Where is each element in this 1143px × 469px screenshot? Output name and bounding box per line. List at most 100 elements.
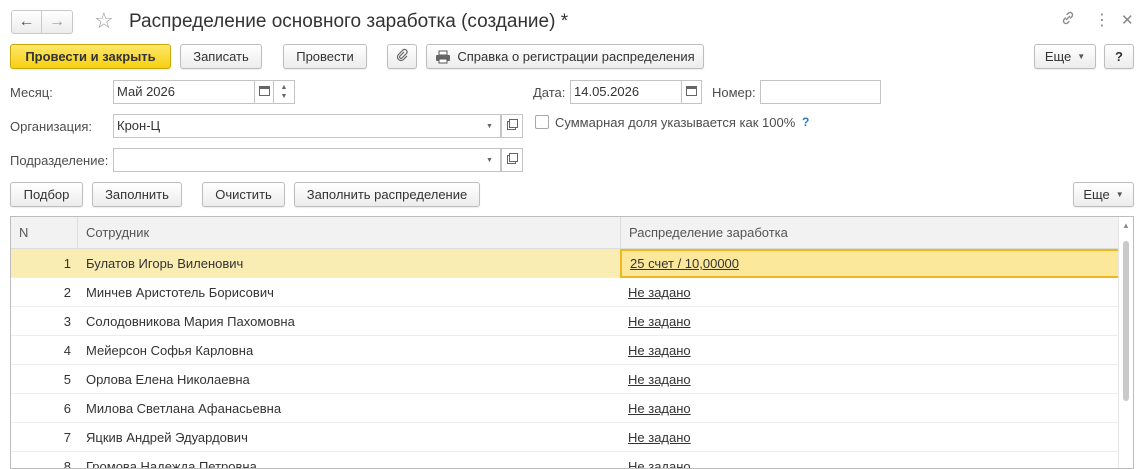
save-button[interactable]: Записать [180,44,262,69]
department-field[interactable] [113,148,501,172]
calendar-button[interactable] [254,80,274,104]
date-calendar-button[interactable] [681,80,702,104]
more-button[interactable]: Еще ▼ [1034,44,1096,69]
employee-name: Минчев Аристотель Борисович [86,285,274,300]
total-share-checkbox[interactable] [535,115,549,129]
employees-table[interactable]: N Сотрудник Распределение заработка 1 Бу… [10,216,1134,469]
table-row[interactable]: 5 Орлова Елена Николаевна Не задано [11,365,1119,394]
distribution-link[interactable]: 25 счет / 10,00000 [620,249,1120,278]
month-stepper[interactable]: ▲ ▼ [273,80,295,104]
select-label: Подбор [23,187,70,202]
chevron-down-icon: ▼ [486,156,493,164]
scrollbar-thumb[interactable] [1123,241,1129,401]
department-dropdown-button[interactable]: ▼ [479,148,501,172]
close-icon[interactable]: ✕ [1121,10,1134,32]
distribution-link[interactable]: Не задано [620,394,1120,423]
more-vertical-icon[interactable]: ⋮ [1094,10,1110,32]
employee-name: Солодовникова Мария Пахомовна [86,314,295,329]
post-and-close-label: Провести и закрыть [25,49,156,64]
organization-field[interactable]: Крон-Ц [113,114,501,138]
fill-distribution-label: Заполнить распределение [306,187,468,202]
star-icon[interactable]: ☆ [94,8,114,34]
calendar-icon [258,85,270,99]
help-button[interactable]: ? [1104,44,1134,69]
table-more-label: Еще [1083,187,1110,202]
date-value: 14.05.2026 [574,84,640,99]
table-row[interactable]: 6 Милова Светлана Афанасьевна Не задано [11,394,1119,423]
column-header-employee[interactable]: Сотрудник [77,217,620,249]
help-label: ? [1115,49,1123,64]
save-label: Записать [193,49,249,64]
month-field[interactable]: Май 2026 [113,80,255,104]
calendar-icon [686,85,697,99]
post-button[interactable]: Провести [283,44,367,69]
month-value: Май 2026 [117,84,175,99]
table-row[interactable]: 2 Минчев Аристотель Борисович Не задано [11,278,1119,307]
distribution-link[interactable]: Не задано [620,365,1120,394]
registration-report-button[interactable]: Справка о регистрации распределения [426,44,704,69]
row-number: 8 [63,459,71,469]
organization-value: Крон-Ц [117,118,161,133]
post-and-close-button[interactable]: Провести и закрыть [10,44,171,69]
chevron-down-icon: ▼ [280,93,288,100]
table-row[interactable]: 1 Булатов Игорь Виленович 25 счет / 10,0… [11,249,1120,278]
employee-name: Булатов Игорь Виленович [86,256,244,271]
link-icon[interactable] [1060,10,1076,33]
organization-label: Организация: [10,119,93,134]
arrow-right-icon: → [49,13,65,30]
row-number: 3 [63,314,71,329]
date-label: Дата: [533,85,566,100]
help-icon[interactable]: ? [802,115,809,129]
row-number: 7 [63,430,71,445]
distribution-link[interactable]: Не задано [620,307,1120,336]
organization-dropdown-button[interactable]: ▼ [479,114,501,138]
employee-name: Яцкив Андрей Эдуардович [86,430,248,445]
distribution-link[interactable]: Не задано [620,278,1120,307]
clear-label: Очистить [215,187,272,202]
vertical-scrollbar[interactable]: ▲ [1118,217,1132,468]
table-row[interactable]: 8 Громова Надежда Петровна Не задано [11,452,1120,469]
caret-down-icon: ▼ [1115,190,1124,199]
organization-open-button[interactable] [501,114,523,138]
fill-button[interactable]: Заполнить [92,182,182,207]
table-row[interactable]: 3 Солодовникова Мария Пахомовна Не задан… [11,307,1119,336]
row-number: 2 [63,285,71,300]
back-button[interactable]: ← [11,10,42,34]
chevron-up-icon: ▲ [280,84,288,91]
open-window-icon [506,153,518,167]
total-share-label: Суммарная доля указывается как 100% [555,115,796,130]
caret-down-icon: ▼ [1077,52,1086,61]
table-more-button[interactable]: Еще ▼ [1073,182,1134,207]
employee-name: Орлова Елена Николаевна [86,372,250,387]
row-number: 1 [63,256,71,271]
registration-report-label: Справка о регистрации распределения [457,49,695,64]
number-field[interactable] [760,80,881,104]
distribution-link[interactable]: Не задано [620,452,1120,468]
fill-distribution-button[interactable]: Заполнить распределение [294,182,480,207]
clear-button[interactable]: Очистить [202,182,285,207]
forward-button[interactable]: → [42,10,73,34]
employee-name: Мейерсон Софья Карловна [86,343,254,358]
department-label: Подразделение: [10,153,109,168]
employee-name: Громова Надежда Петровна [86,459,257,469]
department-open-button[interactable] [501,148,523,172]
distribution-link[interactable]: Не задано [620,423,1120,452]
arrow-left-icon: ← [18,13,35,30]
open-window-icon [506,119,518,133]
post-label: Провести [296,49,354,64]
fill-label: Заполнить [105,187,169,202]
table-row[interactable]: 7 Яцкив Андрей Эдуардович Не задано [11,423,1119,452]
column-header-n[interactable]: N [11,217,77,249]
distribution-link[interactable]: Не задано [620,336,1120,365]
scroll-up-icon[interactable]: ▲ [1122,221,1130,230]
printer-icon [435,50,451,64]
table-row[interactable]: 4 Мейерсон Софья Карловна Не задано [11,336,1119,365]
date-field[interactable]: 14.05.2026 [570,80,682,104]
chevron-down-icon: ▼ [486,122,493,130]
row-number: 4 [63,343,71,358]
select-button[interactable]: Подбор [10,182,83,207]
month-label: Месяц: [10,85,53,100]
column-header-distribution[interactable]: Распределение заработка [620,217,1119,249]
attach-button[interactable] [387,44,417,69]
table-header: N Сотрудник Распределение заработка [11,217,1119,249]
